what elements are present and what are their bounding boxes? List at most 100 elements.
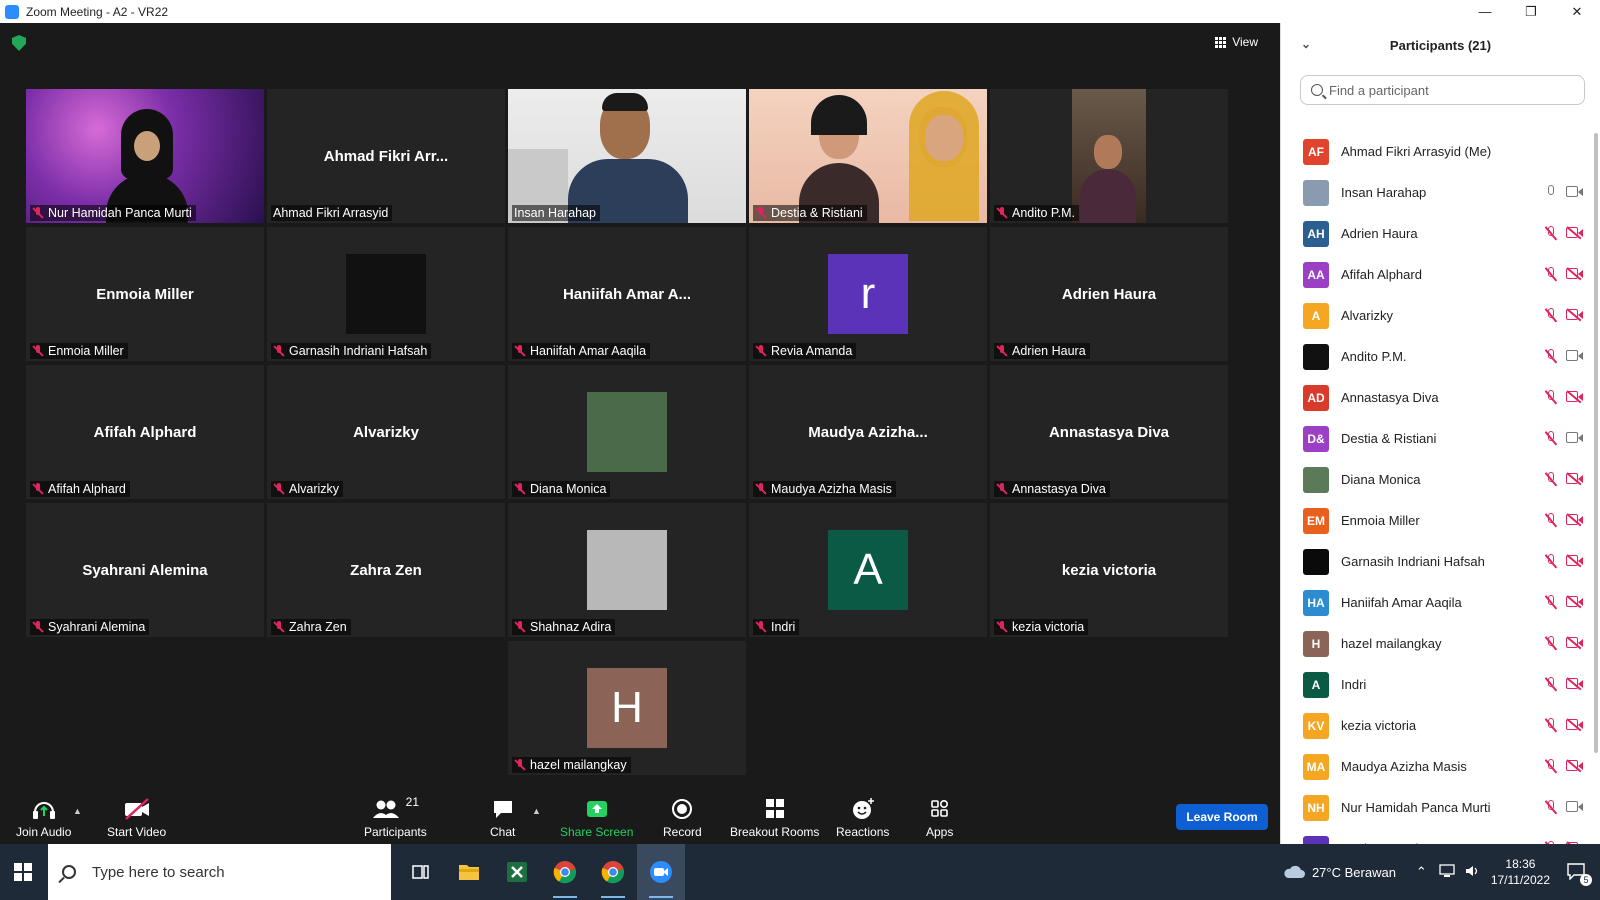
video-tile[interactable]: Hhazel mailangkay: [508, 641, 746, 775]
video-tile[interactable]: Shahnaz Adira: [508, 503, 746, 637]
microphone-muted-icon[interactable]: [1544, 718, 1558, 733]
video-camera-icon[interactable]: [1566, 350, 1583, 362]
chevron-down-icon[interactable]: ⌄: [1301, 37, 1311, 51]
microphone-muted-icon[interactable]: [1544, 636, 1558, 651]
participant-row[interactable]: Diana Monica: [1281, 459, 1587, 500]
video-tile[interactable]: Haniifah Amar A... Haniifah Amar Aaqila: [508, 227, 746, 361]
video-tile[interactable]: Enmoia Miller Enmoia Miller: [26, 227, 264, 361]
video-off-icon[interactable]: [1566, 514, 1583, 526]
video-tile[interactable]: Afifah Alphard Afifah Alphard: [26, 365, 264, 499]
microphone-muted-icon[interactable]: [1544, 349, 1558, 364]
participant-row[interactable]: NH Nur Hamidah Panca Murti: [1281, 787, 1587, 828]
participant-row[interactable]: Hhazel mailangkay: [1281, 623, 1587, 664]
participant-search[interactable]: [1300, 75, 1585, 105]
leave-room-button[interactable]: Leave Room: [1176, 804, 1268, 830]
microphone-muted-icon[interactable]: [1544, 226, 1558, 241]
video-off-icon[interactable]: [1566, 268, 1583, 280]
microphone-muted-icon[interactable]: [1544, 431, 1558, 446]
microphone-muted-icon[interactable]: [1544, 595, 1558, 610]
microphone-icon[interactable]: [1544, 185, 1558, 200]
chrome-icon[interactable]: [541, 844, 589, 900]
video-off-icon[interactable]: [1566, 391, 1583, 403]
taskbar-search-box[interactable]: Type here to search: [48, 844, 391, 900]
microphone-muted-icon[interactable]: [1544, 267, 1558, 282]
video-tile[interactable]: Alvarizky Alvarizky: [267, 365, 505, 499]
encryption-shield-icon[interactable]: [12, 35, 26, 51]
video-tile[interactable]: Ahmad Fikri Arr... Ahmad Fikri Arrasyid: [267, 89, 505, 223]
participant-row[interactable]: D& Destia & Ristiani: [1281, 418, 1587, 459]
microphone-muted-icon[interactable]: [1544, 390, 1558, 405]
network-icon[interactable]: [1439, 863, 1455, 881]
participant-row[interactable]: Andito P.M.: [1281, 336, 1587, 377]
video-tile[interactable]: Adrien Haura Adrien Haura: [990, 227, 1228, 361]
video-off-icon[interactable]: [1566, 760, 1583, 772]
audio-options-caret-icon[interactable]: ▲: [73, 806, 82, 816]
video-tile[interactable]: Diana Monica: [508, 365, 746, 499]
video-tile[interactable]: Zahra Zen Zahra Zen: [267, 503, 505, 637]
microphone-muted-icon[interactable]: [1544, 759, 1558, 774]
participant-list-scrollbar[interactable]: [1594, 133, 1598, 753]
close-icon[interactable]: ✕: [1554, 0, 1600, 23]
microphone-muted-icon[interactable]: [1544, 472, 1558, 487]
chat-button[interactable]: Chat: [490, 796, 515, 839]
start-video-button[interactable]: Start Video: [107, 796, 166, 839]
participant-row[interactable]: KV kezia victoria: [1281, 705, 1587, 746]
video-off-icon[interactable]: [1566, 555, 1583, 567]
video-tile[interactable]: Nur Hamidah Panca Murti: [26, 89, 264, 223]
microphone-muted-icon[interactable]: [1544, 513, 1558, 528]
video-off-icon[interactable]: [1566, 473, 1583, 485]
participants-button[interactable]: 21 Participants: [364, 795, 427, 839]
video-camera-icon[interactable]: [1566, 432, 1583, 444]
microphone-muted-icon[interactable]: [1544, 554, 1558, 569]
minimize-icon[interactable]: —: [1462, 0, 1508, 23]
record-button[interactable]: Record: [663, 796, 702, 839]
chrome-icon-2[interactable]: [589, 844, 637, 900]
video-off-icon[interactable]: [1566, 637, 1583, 649]
video-off-icon[interactable]: [1566, 719, 1583, 731]
microphone-muted-icon[interactable]: [1544, 677, 1558, 692]
participant-row[interactable]: Garnasih Indriani Hafsah: [1281, 541, 1587, 582]
cloud-icon[interactable]: [1282, 863, 1306, 882]
notifications-icon[interactable]: 5: [1566, 862, 1592, 886]
windows-start-icon[interactable]: [14, 863, 32, 881]
join-audio-button[interactable]: Join Audio: [16, 796, 71, 839]
video-off-icon[interactable]: [1566, 596, 1583, 608]
microphone-muted-icon[interactable]: [1544, 308, 1558, 323]
view-button[interactable]: View: [1215, 35, 1258, 49]
participant-row[interactable]: AA Afifah Alphard: [1281, 254, 1587, 295]
video-off-icon[interactable]: [1566, 309, 1583, 321]
video-tile[interactable]: Destia & Ristiani: [749, 89, 987, 223]
restore-icon[interactable]: ❐: [1508, 0, 1554, 23]
video-off-icon[interactable]: [1566, 678, 1583, 690]
share-screen-button[interactable]: Share Screen: [560, 796, 633, 839]
video-camera-icon[interactable]: [1566, 801, 1583, 813]
file-explorer-icon[interactable]: [445, 844, 493, 900]
participant-row[interactable]: EM Enmoia Miller: [1281, 500, 1587, 541]
video-camera-icon[interactable]: [1566, 186, 1583, 198]
participant-row[interactable]: AD Annastasya Diva: [1281, 377, 1587, 418]
volume-icon[interactable]: [1465, 864, 1481, 881]
chevron-up-icon[interactable]: ⌃: [1416, 864, 1427, 880]
participant-row[interactable]: A Indri: [1281, 664, 1587, 705]
participant-search-input[interactable]: [1329, 82, 1569, 98]
zoom-taskbar-icon[interactable]: [637, 844, 685, 900]
participant-row[interactable]: AH Adrien Haura: [1281, 213, 1587, 254]
participant-row[interactable]: rRevia Amanda: [1281, 828, 1587, 844]
microphone-muted-icon[interactable]: [1544, 800, 1558, 815]
video-tile[interactable]: kezia victoria kezia victoria: [990, 503, 1228, 637]
task-view-icon[interactable]: [397, 844, 445, 900]
video-tile[interactable]: Insan Harahap: [508, 89, 746, 223]
clock[interactable]: 18:36 17/11/2022: [1491, 856, 1550, 888]
video-tile[interactable]: r Revia Amanda: [749, 227, 987, 361]
weather-text[interactable]: 27°C Berawan: [1312, 865, 1396, 880]
participant-row[interactable]: Insan Harahap: [1281, 172, 1587, 213]
chat-options-caret-icon[interactable]: ▲: [532, 806, 541, 816]
participant-row[interactable]: A Alvarizky: [1281, 295, 1587, 336]
participant-row[interactable]: MA Maudya Azizha Masis: [1281, 746, 1587, 787]
excel-icon[interactable]: [493, 844, 541, 900]
breakout-rooms-button[interactable]: Breakout Rooms: [730, 796, 819, 839]
participant-row[interactable]: AF Ahmad Fikri Arrasyid (Me): [1281, 131, 1587, 172]
participant-row[interactable]: HA Haniifah Amar Aaqila: [1281, 582, 1587, 623]
video-tile[interactable]: Garnasih Indriani Hafsah: [267, 227, 505, 361]
reactions-button[interactable]: Reactions: [836, 796, 889, 839]
